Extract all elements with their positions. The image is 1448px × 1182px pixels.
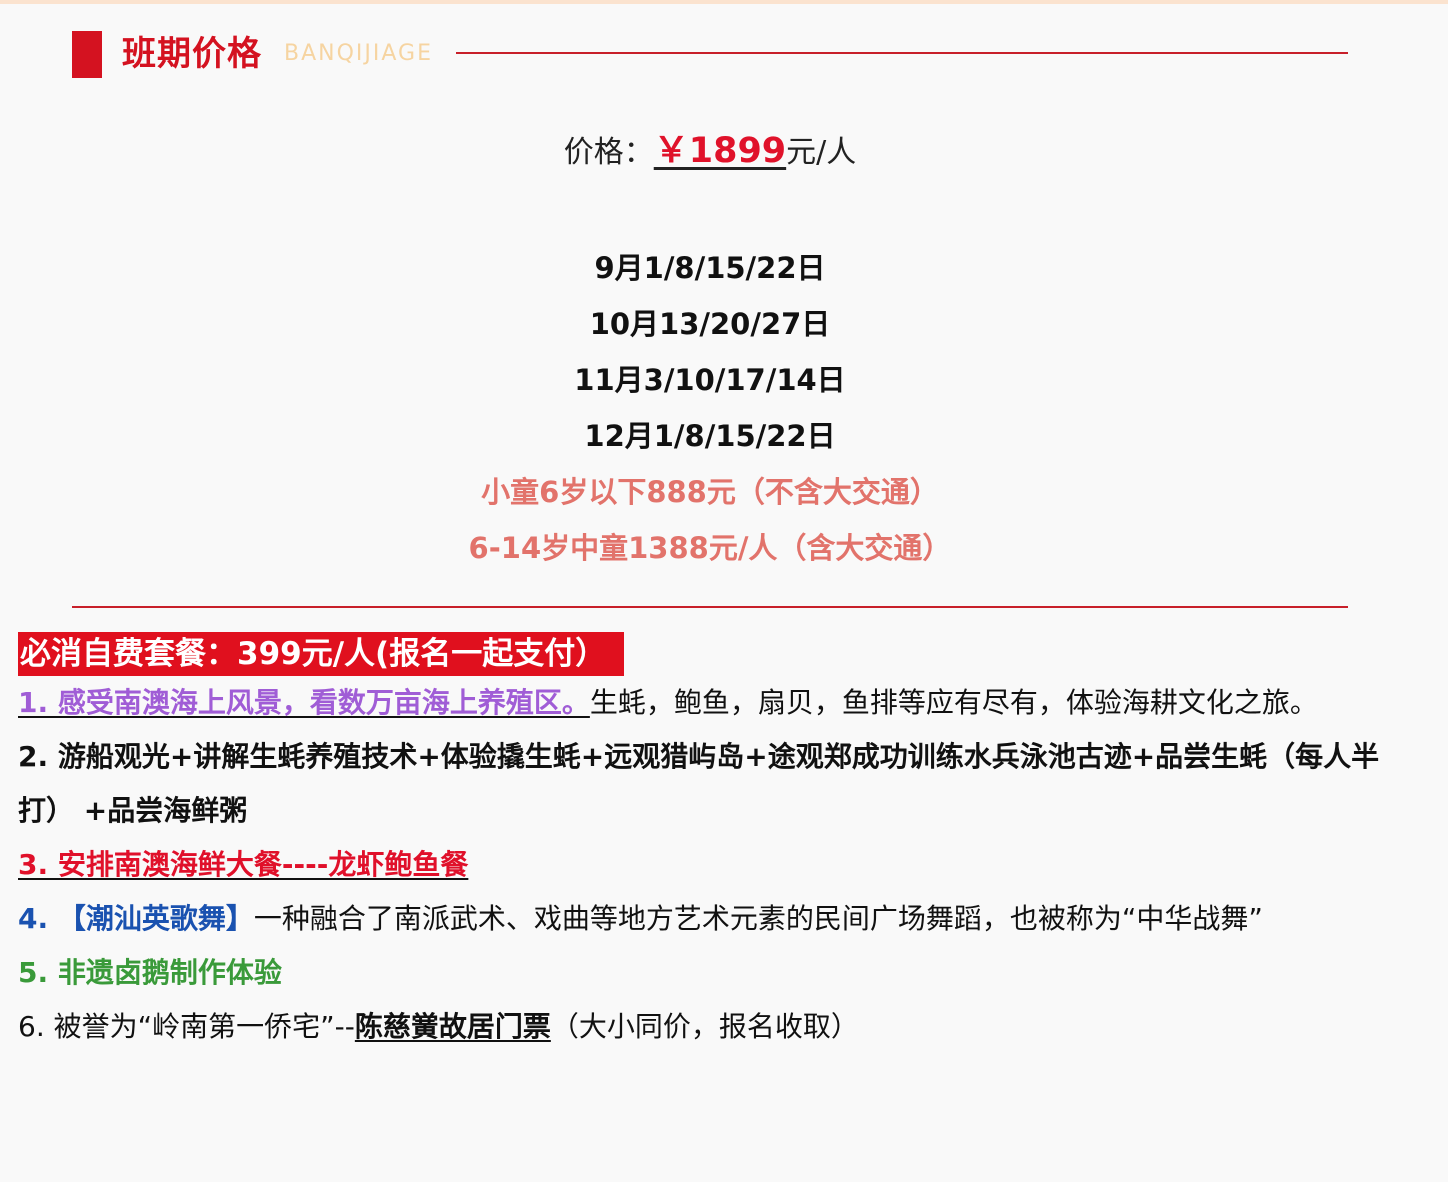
package-item-5: 5. 非遗卤鹅制作体验 (18, 946, 1418, 1000)
package-item-2: 2. 游船观光+讲解生蚝养殖技术+体验撬生蚝+远观猎屿岛+途观郑成功训练水兵泳池… (18, 730, 1418, 838)
date-row: 11月3/10/17/14日 (574, 363, 846, 397)
package-banner: 必消自费套餐：399元/人(报名一起支付） (18, 632, 625, 676)
price-unit: 元/人 (786, 135, 857, 170)
item-4-highlight: 4. 【潮汕英歌舞】 (18, 902, 254, 935)
price-label: 价格： (563, 135, 654, 170)
item-4-text: 一种融合了南派武术、戏曲等地方艺术元素的民间广场舞蹈，也被称为“中华战舞” (253, 902, 1263, 935)
item-6-prefix: 6. 被誉为“岭南第一侨宅”-- (18, 1010, 355, 1043)
package-item-3: 3. 安排南澳海鲜大餐----龙虾鲍鱼餐 (18, 838, 1418, 892)
child-price-row: 小童6岁以下888元（不含大交通） (481, 475, 939, 509)
header-rule (456, 52, 1348, 54)
date-row: 12月1/8/15/22日 (584, 419, 836, 453)
child-price-row: 6-14岁中童1388元/人（含大交通） (468, 531, 952, 565)
section-header: 班期价格 BANQIJIAGE (72, 30, 1348, 78)
price-amount: ￥1899 (653, 131, 787, 171)
date-row: 9月1/8/15/22日 (594, 251, 826, 285)
package-item-4: 4. 【潮汕英歌舞】一种融合了南派武术、戏曲等地方艺术元素的民间广场舞蹈，也被称… (18, 892, 1418, 946)
date-row: 10月13/20/27日 (589, 307, 831, 341)
package-item-1: 1. 感受南澳海上风景，看数万亩海上养殖区。生蚝，鲍鱼，扇贝，鱼排等应有尽有，体… (18, 676, 1418, 730)
item-5-text: 5. 非遗卤鹅制作体验 (18, 956, 282, 989)
package-section: 必消自费套餐：399元/人(报名一起支付） 1. 感受南澳海上风景，看数万亩海上… (18, 632, 1418, 1054)
item-6-highlight: 陈慈黉故居门票 (354, 1010, 551, 1043)
price-line: 价格：￥1899元/人 (0, 126, 1420, 178)
item-2-text: 2. 游船观光+讲解生蚝养殖技术+体验撬生蚝+远观猎屿岛+途观郑成功训练水兵泳池… (18, 740, 1380, 827)
section-subtitle: BANQIJIAGE (284, 41, 433, 66)
section-divider (72, 606, 1348, 608)
departure-dates: 9月1/8/15/22日 10月13/20/27日 11月3/10/17/14日… (0, 240, 1420, 576)
package-item-6: 6. 被誉为“岭南第一侨宅”--陈慈黉故居门票（大小同价，报名收取） (18, 1000, 1418, 1054)
item-1-highlight: 1. 感受南澳海上风景，看数万亩海上养殖区。 (18, 686, 590, 719)
top-accent-strip (0, 0, 1448, 4)
item-1-text: 生蚝，鲍鱼，扇贝，鱼排等应有尽有，体验海耕文化之旅。 (589, 686, 1318, 719)
item-6-suffix: （大小同价，报名收取） (550, 1010, 859, 1043)
header-accent-bar (72, 31, 102, 78)
item-3-text: 3. 安排南澳海鲜大餐----龙虾鲍鱼餐 (18, 848, 469, 881)
section-title: 班期价格 (122, 34, 262, 74)
